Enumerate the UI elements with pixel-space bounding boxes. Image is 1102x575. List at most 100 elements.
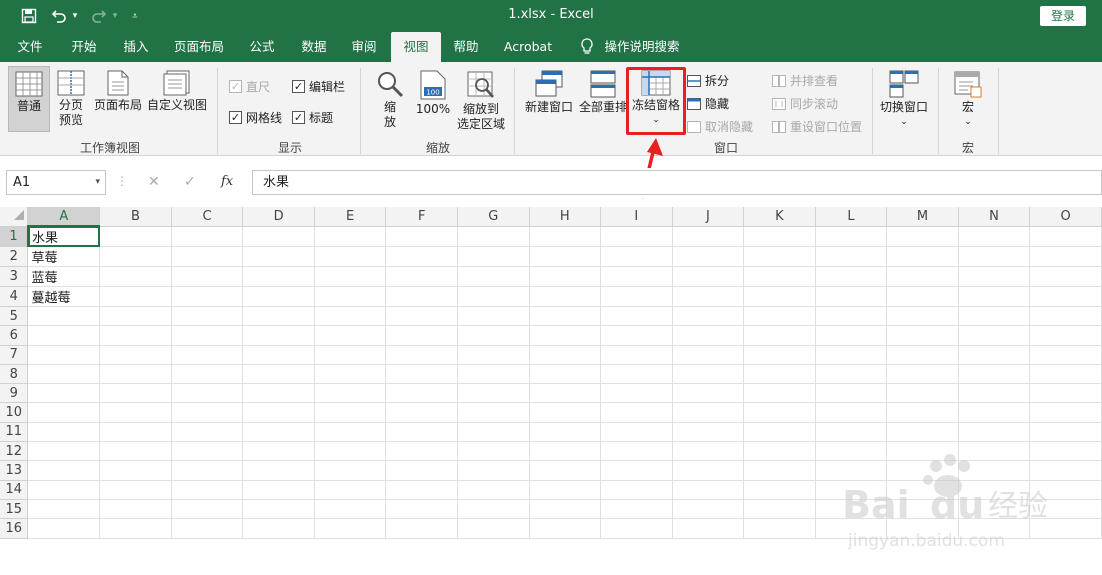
cell-E3[interactable] xyxy=(314,266,387,287)
cell-H1[interactable] xyxy=(529,226,602,247)
cell-A3[interactable]: 蓝莓 xyxy=(27,266,101,287)
cell-A10[interactable] xyxy=(27,402,101,423)
cell-A7[interactable] xyxy=(27,345,101,365)
cell-D8[interactable] xyxy=(242,364,315,385)
cell-E4[interactable] xyxy=(314,286,387,307)
cell-I13[interactable] xyxy=(600,460,673,481)
cell-E9[interactable] xyxy=(314,383,387,404)
cell-B14[interactable] xyxy=(99,480,172,500)
cell-H13[interactable] xyxy=(529,460,602,481)
name-box[interactable]: A1 ▾ xyxy=(6,170,106,195)
column-header-K[interactable]: K xyxy=(743,207,816,227)
cell-B11[interactable] xyxy=(99,422,172,443)
row-header-12[interactable]: 12 xyxy=(0,441,29,462)
row-header-13[interactable]: 13 xyxy=(0,460,29,481)
cell-D12[interactable] xyxy=(242,441,315,462)
row-header-4[interactable]: 4 xyxy=(0,286,29,307)
cell-L11[interactable] xyxy=(815,422,888,443)
cell-I14[interactable] xyxy=(600,480,673,500)
cell-I16[interactable] xyxy=(600,518,673,539)
cell-D15[interactable] xyxy=(242,499,315,520)
row-header-7[interactable]: 7 xyxy=(0,345,29,365)
cell-A12[interactable] xyxy=(27,441,101,462)
cell-O2[interactable] xyxy=(1029,246,1102,267)
cell-M3[interactable] xyxy=(886,266,959,287)
cell-F10[interactable] xyxy=(385,402,458,423)
cell-I9[interactable] xyxy=(600,383,673,404)
cell-B8[interactable] xyxy=(99,364,172,385)
column-header-J[interactable]: J xyxy=(672,207,745,227)
cell-N8[interactable] xyxy=(958,364,1031,385)
login-button[interactable]: 登录 xyxy=(1040,6,1086,26)
cell-I7[interactable] xyxy=(600,345,673,365)
cell-O9[interactable] xyxy=(1029,383,1102,404)
cell-F1[interactable] xyxy=(385,226,458,247)
cell-B1[interactable] xyxy=(99,226,172,247)
cell-E12[interactable] xyxy=(314,441,387,462)
row-header-1[interactable]: 1 xyxy=(0,226,29,247)
cell-N2[interactable] xyxy=(958,246,1031,267)
cell-F6[interactable] xyxy=(385,325,458,346)
cell-K11[interactable] xyxy=(743,422,816,443)
row-header-6[interactable]: 6 xyxy=(0,325,29,346)
cell-G5[interactable] xyxy=(457,306,530,327)
cell-J8[interactable] xyxy=(672,364,745,385)
cell-B10[interactable] xyxy=(99,402,172,423)
tell-me-search[interactable]: 操作说明搜索 xyxy=(602,32,682,62)
column-header-N[interactable]: N xyxy=(958,207,1031,227)
cell-E16[interactable] xyxy=(314,518,387,539)
cell-J5[interactable] xyxy=(672,306,745,327)
cell-N10[interactable] xyxy=(958,402,1031,423)
cell-F7[interactable] xyxy=(385,345,458,365)
cell-N9[interactable] xyxy=(958,383,1031,404)
cell-M4[interactable] xyxy=(886,286,959,307)
cell-C10[interactable] xyxy=(171,402,244,423)
tab-home[interactable]: 开始 xyxy=(62,32,106,62)
cell-E2[interactable] xyxy=(314,246,387,267)
cell-O8[interactable] xyxy=(1029,364,1102,385)
cell-E13[interactable] xyxy=(314,460,387,481)
cell-J7[interactable] xyxy=(672,345,745,365)
cell-D14[interactable] xyxy=(242,480,315,500)
column-header-M[interactable]: M xyxy=(886,207,959,227)
row-header-16[interactable]: 16 xyxy=(0,518,29,539)
cell-J10[interactable] xyxy=(672,402,745,423)
cell-A4[interactable]: 蔓越莓 xyxy=(27,286,101,307)
cell-I12[interactable] xyxy=(600,441,673,462)
column-header-D[interactable]: D xyxy=(242,207,315,227)
cell-C6[interactable] xyxy=(171,325,244,346)
cell-K4[interactable] xyxy=(743,286,816,307)
cell-C5[interactable] xyxy=(171,306,244,327)
tab-formulas[interactable]: 公式 xyxy=(240,32,284,62)
cell-J9[interactable] xyxy=(672,383,745,404)
cell-D11[interactable] xyxy=(242,422,315,443)
cell-D16[interactable] xyxy=(242,518,315,539)
cell-H6[interactable] xyxy=(529,325,602,346)
enter-icon[interactable]: ✓ xyxy=(184,174,196,190)
cell-L2[interactable] xyxy=(815,246,888,267)
cell-A14[interactable] xyxy=(27,480,101,500)
cell-H3[interactable] xyxy=(529,266,602,287)
cell-D9[interactable] xyxy=(242,383,315,404)
cell-B13[interactable] xyxy=(99,460,172,481)
cell-L7[interactable] xyxy=(815,345,888,365)
cell-L3[interactable] xyxy=(815,266,888,287)
cell-H2[interactable] xyxy=(529,246,602,267)
tab-file[interactable]: 文件 xyxy=(8,32,52,62)
cell-B2[interactable] xyxy=(99,246,172,267)
cell-E15[interactable] xyxy=(314,499,387,520)
cell-F9[interactable] xyxy=(385,383,458,404)
cell-O5[interactable] xyxy=(1029,306,1102,327)
column-header-C[interactable]: C xyxy=(171,207,244,227)
cell-E1[interactable] xyxy=(314,226,387,247)
switch-windows-button[interactable]: 切换窗口 ⌄ xyxy=(876,70,932,130)
cell-A13[interactable] xyxy=(27,460,101,481)
cell-F11[interactable] xyxy=(385,422,458,443)
cell-G9[interactable] xyxy=(457,383,530,404)
column-header-O[interactable]: O xyxy=(1029,207,1102,227)
cell-E5[interactable] xyxy=(314,306,387,327)
cell-A8[interactable] xyxy=(27,364,101,385)
cell-O11[interactable] xyxy=(1029,422,1102,443)
cell-J13[interactable] xyxy=(672,460,745,481)
cell-O10[interactable] xyxy=(1029,402,1102,423)
